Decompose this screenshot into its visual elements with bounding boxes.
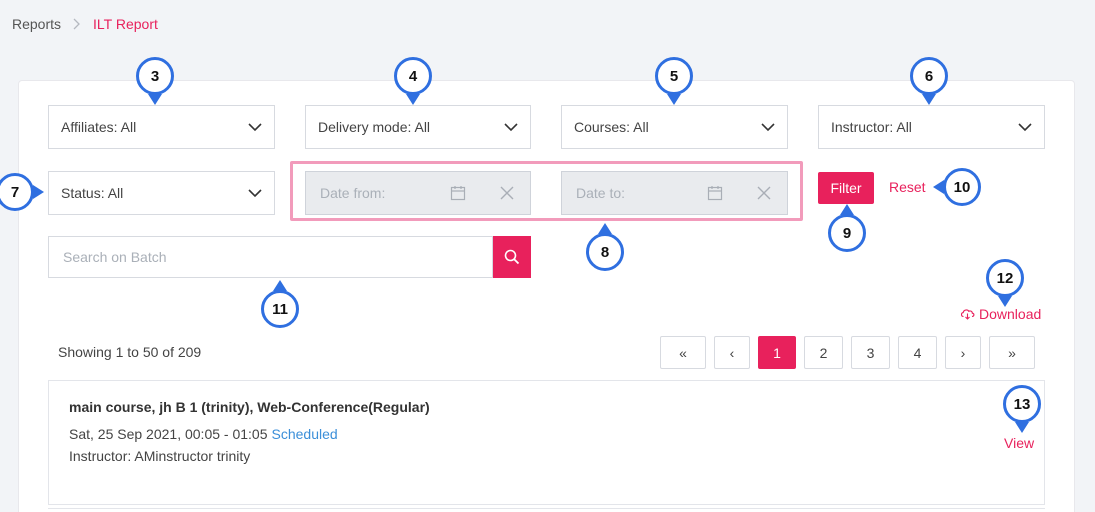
list-item: main course, jh B 1 (trinity), Web-Confe…	[48, 380, 1045, 505]
callout-marker-13: 13	[1003, 385, 1041, 423]
page-button-1[interactable]: 1	[758, 336, 796, 369]
callout-marker-3: 3	[136, 57, 174, 95]
instructor-select-label: Instructor: All	[831, 119, 912, 135]
download-label: Download	[979, 306, 1042, 322]
showing-count: Showing 1 to 50 of 209	[58, 344, 202, 360]
breadcrumb-current: ILT Report	[93, 16, 158, 32]
delivery-mode-select[interactable]: Delivery mode: All	[305, 105, 531, 149]
session-datetime: Sat, 25 Sep 2021, 00:05 - 01:05 Scheduled	[69, 426, 338, 442]
affiliates-select-label: Affiliates: All	[61, 119, 137, 135]
search-button[interactable]	[493, 236, 531, 278]
cloud-download-icon	[960, 309, 975, 320]
callout-pointer	[148, 94, 162, 105]
callout-pointer	[933, 180, 944, 194]
chevron-down-icon	[248, 188, 262, 197]
page-first-button[interactable]: «	[660, 336, 706, 369]
status-select-label: Status: All	[61, 185, 124, 201]
page-prev-button[interactable]: ‹	[714, 336, 750, 369]
date-from-label: Date from:	[320, 185, 386, 201]
callout-pointer	[598, 223, 612, 234]
status-select[interactable]: Status: All	[48, 171, 275, 215]
view-link[interactable]: View	[1004, 435, 1034, 451]
chevron-down-icon	[248, 122, 262, 131]
page-button-3[interactable]: 3	[851, 336, 890, 369]
chevron-down-icon	[761, 122, 775, 131]
next-item-edge	[48, 508, 1045, 512]
breadcrumb-reports[interactable]: Reports	[12, 16, 61, 32]
chevron-down-icon	[1018, 122, 1032, 131]
courses-select-label: Courses: All	[574, 119, 649, 135]
callout-marker-5: 5	[655, 57, 693, 95]
courses-select[interactable]: Courses: All	[561, 105, 788, 149]
page-last-button[interactable]: »	[989, 336, 1035, 369]
callout-marker-6: 6	[910, 57, 948, 95]
callout-pointer	[998, 296, 1012, 307]
search-placeholder: Search on Batch	[63, 249, 167, 265]
callout-marker-8: 8	[586, 233, 624, 271]
session-date: Sat, 25 Sep 2021, 00:05 - 01:05	[69, 426, 268, 442]
callout-marker-4: 4	[394, 57, 432, 95]
callout-pointer	[922, 94, 936, 105]
session-title: main course, jh B 1 (trinity), Web-Confe…	[69, 399, 430, 415]
session-instructor: Instructor: AMinstructor trinity	[69, 448, 251, 464]
clear-icon[interactable]	[500, 186, 514, 200]
callout-pointer	[406, 94, 420, 105]
calendar-icon[interactable]	[450, 185, 466, 201]
page-next-button[interactable]: ›	[945, 336, 981, 369]
reset-link[interactable]: Reset	[889, 179, 926, 195]
chevron-right-icon	[73, 18, 80, 30]
callout-marker-12: 12	[986, 259, 1024, 297]
download-link[interactable]: Download	[960, 306, 1041, 322]
callout-marker-11: 11	[261, 290, 299, 328]
search-input[interactable]: Search on Batch	[48, 236, 493, 278]
page-button-2[interactable]: 2	[804, 336, 843, 369]
page-button-4[interactable]: 4	[898, 336, 937, 369]
date-to-label: Date to:	[576, 185, 626, 201]
callout-pointer	[33, 185, 44, 199]
callout-pointer	[273, 280, 287, 291]
chevron-down-icon	[504, 122, 518, 131]
calendar-icon[interactable]	[707, 185, 723, 201]
status-badge: Scheduled	[271, 426, 338, 442]
callout-pointer	[840, 204, 854, 215]
callout-pointer	[1015, 422, 1029, 433]
date-from-field[interactable]: Date from:	[305, 171, 531, 215]
instructor-select[interactable]: Instructor: All	[818, 105, 1045, 149]
callout-pointer	[667, 94, 681, 105]
search-icon	[504, 249, 520, 265]
filter-button[interactable]: Filter	[818, 172, 874, 204]
clear-icon[interactable]	[757, 186, 771, 200]
callout-marker-9: 9	[828, 214, 866, 252]
callout-marker-10: 10	[943, 168, 981, 206]
affiliates-select[interactable]: Affiliates: All	[48, 105, 275, 149]
breadcrumb: Reports ILT Report	[12, 16, 158, 32]
delivery-mode-select-label: Delivery mode: All	[318, 119, 431, 135]
date-to-field[interactable]: Date to:	[561, 171, 788, 215]
